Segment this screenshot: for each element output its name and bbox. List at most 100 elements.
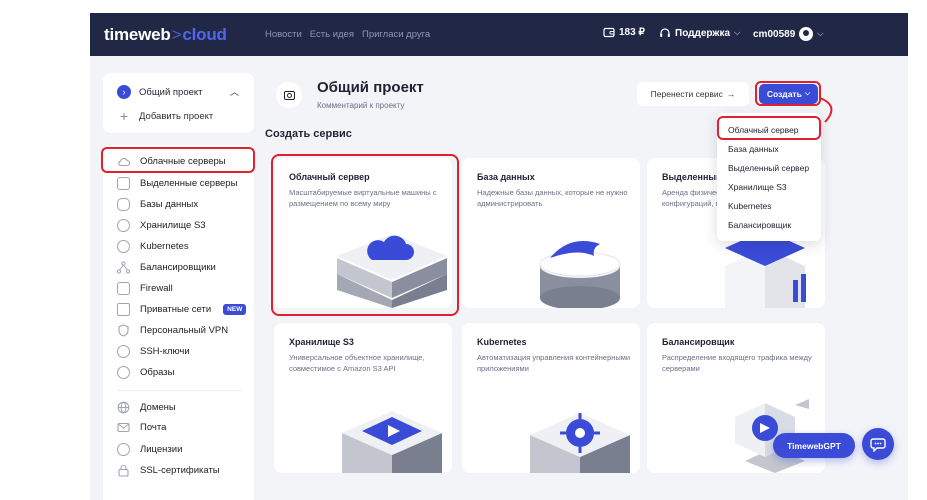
section-title: Создать сервис [265,128,352,140]
move-service-label: Перенести сервис [650,89,723,99]
card-description: Автоматизация управления контейнерными п… [477,353,631,373]
sidebar-item-domains[interactable]: Домены [117,401,176,414]
key-icon [117,345,130,358]
database-illustration [539,241,621,308]
mail-icon [117,422,130,433]
card-description: Масштабируемые виртуальные машины с разм… [289,188,437,208]
sidebar-item-kubernetes[interactable]: Kubernetes [117,240,189,253]
chevron-right-icon: › [117,85,131,99]
sidebar-item-mail[interactable]: Почта [117,422,166,433]
project-avatar[interactable] [276,82,302,108]
s3-storage-illustration [342,411,442,473]
brand-suffix: cloud [182,25,227,44]
server-icon [117,177,130,190]
camera-icon [283,90,295,100]
balancer-icon [117,261,130,274]
chat-button[interactable] [862,428,894,460]
sidebar-item-firewall[interactable]: Firewall [117,282,173,295]
plus-icon: + [119,108,129,124]
account-menu[interactable]: cm00589 ⌵ [753,27,823,41]
brand-name: timeweb [104,25,171,44]
current-project[interactable]: › Общий проект [117,85,203,99]
account-id: cm00589 [753,28,796,40]
card-title: База данных [477,172,535,182]
chevron-down-icon: ⌵ [734,28,741,37]
sidebar-item-dedicated-servers[interactable]: Выделенные серверы [117,177,237,190]
sidebar-item-label: Хранилище S3 [140,220,206,231]
license-icon [117,443,130,456]
dropdown-item-database[interactable]: База данных [728,144,779,154]
dropdown-item-dedicated-server[interactable]: Выделенный сервер [728,163,809,173]
timeweb-gpt-button[interactable]: TimewebGPT [773,433,855,458]
sidebar-item-databases[interactable]: Базы данных [117,198,198,211]
dropdown-item-kubernetes[interactable]: Kubernetes [728,201,771,211]
sidebar-item-label: Базы данных [140,199,199,210]
sidebar-item-ssl[interactable]: SSL-сертификаты [117,464,220,477]
topnav-invite-link[interactable]: Пригласи друга [362,29,430,40]
service-card-database[interactable]: База данных Надежные базы данных, которы… [462,158,640,308]
lock-icon [118,464,129,477]
balance-widget[interactable]: 183 ₽ [603,27,645,38]
add-project-button[interactable]: + Добавить проект [117,108,213,124]
sidebar-item-label: Firewall [140,283,173,294]
sidebar-item-label: Персональный VPN [140,325,229,336]
kubernetes-illustration [530,413,630,473]
sidebar-item-label: Домены [140,402,176,413]
sidebar-item-label: Облачные серверы [140,156,226,167]
new-badge: NEW [223,304,247,315]
support-menu[interactable]: Поддержка ⌵ [659,27,740,39]
wallet-icon [603,27,615,38]
chat-icon [870,438,886,452]
sidebar-item-ssh-keys[interactable]: SSH-ключи [117,345,190,358]
sidebar-item-label: SSH-ключи [140,346,190,357]
network-icon [117,303,130,316]
sidebar-item-label: Выделенные серверы [140,178,238,189]
card-description: Распределение входящего трафика между се… [662,353,812,373]
app-window: timeweb>cloud Новости Есть идея Пригласи… [0,0,927,500]
sidebar: Облачные серверы Выделенные серверы Базы… [103,145,254,500]
brand-logo[interactable]: timeweb>cloud [104,25,227,45]
balance-amount: 183 ₽ [619,27,645,38]
sidebar-item-label: SSL-сертификаты [140,465,220,476]
sidebar-item-label: Kubernetes [140,241,189,252]
headset-icon [660,28,670,37]
chevron-up-icon[interactable]: ︿ [230,85,239,98]
support-label: Поддержка [675,27,731,39]
project-comment[interactable]: Комментарий к проекту [317,101,404,110]
sidebar-item-private-networks[interactable]: Приватные сети NEW [117,303,247,316]
service-card-s3[interactable]: Хранилище S3 Универсальное объектное хра… [274,323,452,473]
sidebar-item-images[interactable]: Образы [117,366,174,379]
top-navbar: timeweb>cloud Новости Есть идея Пригласи… [90,13,908,56]
user-avatar-icon [799,27,814,41]
service-card-cloud-server[interactable]: Облачный сервер Масштабируемые виртуальн… [274,158,452,308]
card-title: Хранилище S3 [289,337,354,347]
dropdown-item-s3[interactable]: Хранилище S3 [728,182,787,192]
chevron-down-icon: ⌵ [817,29,824,38]
sidebar-item-label: Почта [140,422,167,433]
topnav-idea-link[interactable]: Есть идея [310,29,354,40]
sidebar-divider [117,390,241,391]
add-project-label: Добавить проект [139,110,214,122]
sidebar-item-s3[interactable]: Хранилище S3 [117,219,206,232]
kubernetes-icon [117,240,130,253]
shield-icon [118,324,129,337]
balancer-illustration [735,399,809,473]
sidebar-item-vpn[interactable]: Персональный VPN [117,324,228,337]
cloud-server-illustration [337,234,447,308]
project-switcher: › Общий проект ︿ + Добавить проект [103,73,254,133]
sidebar-item-label: Балансировщики [140,262,216,273]
topnav-news-link[interactable]: Новости [265,29,302,40]
sidebar-item-label: Образы [140,367,175,378]
sidebar-item-label: Лицензии [140,444,183,455]
sidebar-item-balancers[interactable]: Балансировщики [117,261,216,274]
dropdown-item-cloud-server[interactable]: Облачный сервер [728,125,799,135]
image-icon [117,366,130,379]
database-icon [117,198,130,211]
top-links: Новости Есть идея Пригласи друга [265,29,430,40]
sidebar-item-licenses[interactable]: Лицензии [117,443,182,456]
move-service-button[interactable]: Перенести сервис → [637,82,749,106]
dropdown-item-balancer[interactable]: Балансировщик [728,220,791,230]
create-dropdown-menu: Облачный сервер База данных Выделенный с… [717,113,821,241]
service-card-kubernetes[interactable]: Kubernetes Автоматизация управления конт… [462,323,640,473]
sidebar-item-cloud-servers[interactable]: Облачные серверы [117,156,226,167]
